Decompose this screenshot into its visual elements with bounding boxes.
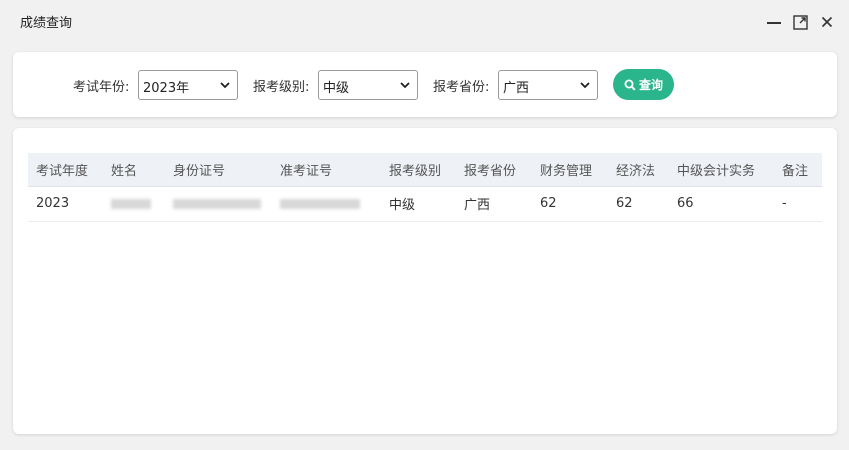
cell-finance: 62 <box>532 186 608 222</box>
province-select-value: 广西 <box>503 81 530 96</box>
col-admission-number: 准考证号 <box>272 153 381 187</box>
minimize-icon[interactable] <box>765 12 783 32</box>
col-finance: 财务管理 <box>532 153 608 187</box>
level-select-value: 中级 <box>323 81 350 96</box>
year-select-value: 2023年 <box>143 81 190 96</box>
col-law: 经济法 <box>608 153 669 187</box>
cell-admission-number <box>272 186 381 222</box>
filter-panel: 考试年份: 2023年 报考级别: 中级 报考省份: 广西 查询 <box>13 52 837 117</box>
window-title: 成绩查询 <box>20 16 73 31</box>
search-icon <box>624 79 636 91</box>
year-label: 考试年份: <box>73 80 130 95</box>
level-select[interactable]: 中级 <box>318 70 418 100</box>
table-row: 2023 中级 广西 62 62 66 - <box>28 186 822 222</box>
result-panel: 考试年度 姓名 身份证号 准考证号 报考级别 报考省份 财务管理 经济法 中级会… <box>13 128 837 434</box>
cell-exam-year: 2023 <box>28 186 103 222</box>
maximize-icon[interactable] <box>791 12 809 32</box>
col-id-number: 身份证号 <box>165 153 272 187</box>
col-level: 报考级别 <box>381 153 456 187</box>
search-button-label: 查询 <box>638 78 663 92</box>
close-icon[interactable] <box>818 12 836 32</box>
col-accounting: 中级会计实务 <box>669 153 774 187</box>
col-note: 备注 <box>774 153 822 187</box>
cell-name <box>103 186 165 222</box>
chevron-down-icon <box>220 82 230 89</box>
window-titlebar: 成绩查询 <box>0 0 849 44</box>
province-label: 报考省份: <box>433 80 490 95</box>
col-province: 报考省份 <box>456 153 532 187</box>
cell-province: 广西 <box>456 186 532 222</box>
level-label: 报考级别: <box>253 80 310 95</box>
cell-id-number <box>165 186 272 222</box>
cell-note: - <box>774 186 822 222</box>
year-select[interactable]: 2023年 <box>138 70 238 100</box>
table-header-row: 考试年度 姓名 身份证号 准考证号 报考级别 报考省份 财务管理 经济法 中级会… <box>28 153 822 187</box>
score-table: 考试年度 姓名 身份证号 准考证号 报考级别 报考省份 财务管理 经济法 中级会… <box>28 153 822 222</box>
cell-accounting: 66 <box>669 186 774 222</box>
col-exam-year: 考试年度 <box>28 153 103 187</box>
chevron-down-icon <box>580 82 590 89</box>
chevron-down-icon <box>400 82 410 89</box>
province-select[interactable]: 广西 <box>498 70 598 100</box>
cell-law: 62 <box>608 186 669 222</box>
search-button[interactable]: 查询 <box>613 69 674 100</box>
cell-level: 中级 <box>381 186 456 222</box>
col-name: 姓名 <box>103 153 165 187</box>
